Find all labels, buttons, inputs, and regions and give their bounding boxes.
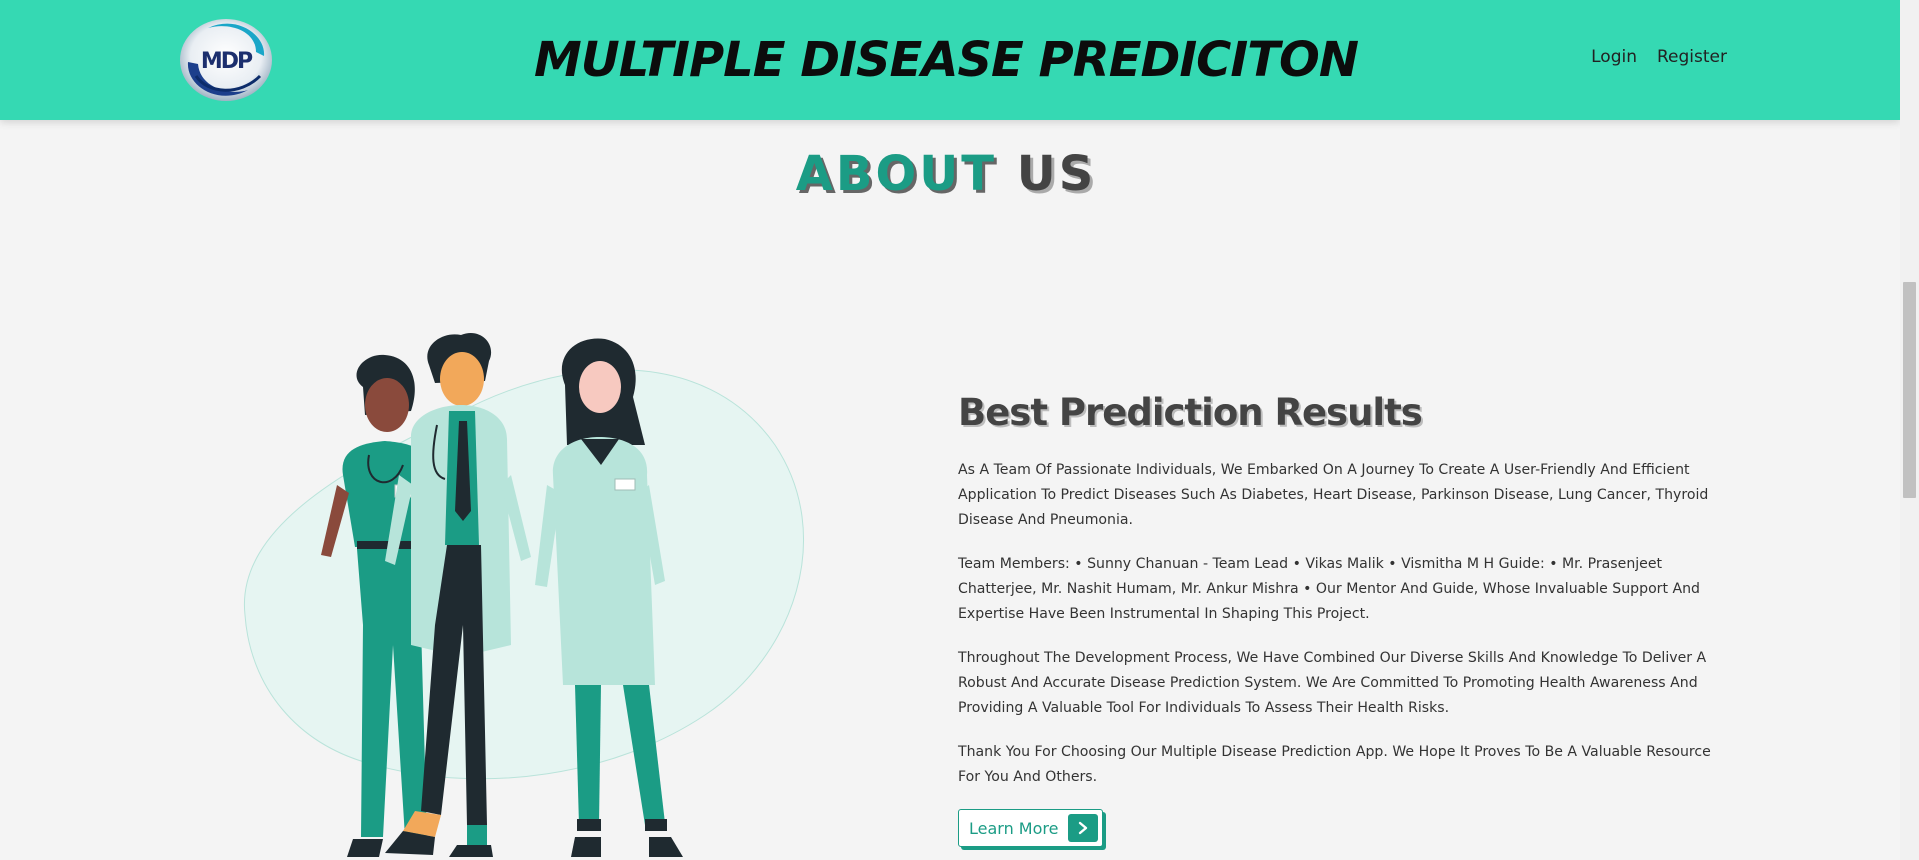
navbar: MDP MULTIPLE DISEASE PREDICITON Login Re… [0, 0, 1900, 120]
content-title: Best Prediction Results [958, 391, 1423, 434]
development-paragraph: Throughout The Development Process, We H… [958, 650, 1707, 716]
learn-more-button[interactable]: Learn More [958, 809, 1104, 847]
nav-links: Login Register [1591, 47, 1727, 67]
about-heading-highlight: ABOUT [795, 146, 997, 202]
register-link[interactable]: Register [1657, 47, 1727, 67]
thanks-paragraph: Thank You For Choosing Our Multiple Dise… [958, 744, 1711, 785]
chevron-right-icon [1068, 814, 1099, 842]
about-heading: ABOUT US [0, 146, 1892, 202]
team-paragraph: Team Members: • Sunny Chanuan - Team Lea… [958, 556, 1701, 622]
about-heading-rest: US [1016, 146, 1097, 202]
intro-paragraph: As A Team Of Passionate Individuals, We … [958, 462, 1709, 528]
scrollbar-thumb[interactable] [1903, 282, 1916, 498]
login-link[interactable]: Login [1591, 47, 1637, 67]
about-content: Best Prediction Results As A Team Of Pas… [958, 388, 1730, 847]
learn-more-label: Learn More [969, 818, 1059, 838]
page: MDP MULTIPLE DISEASE PREDICITON Login Re… [0, 0, 1900, 860]
medical-team-illustration [235, 325, 835, 860]
